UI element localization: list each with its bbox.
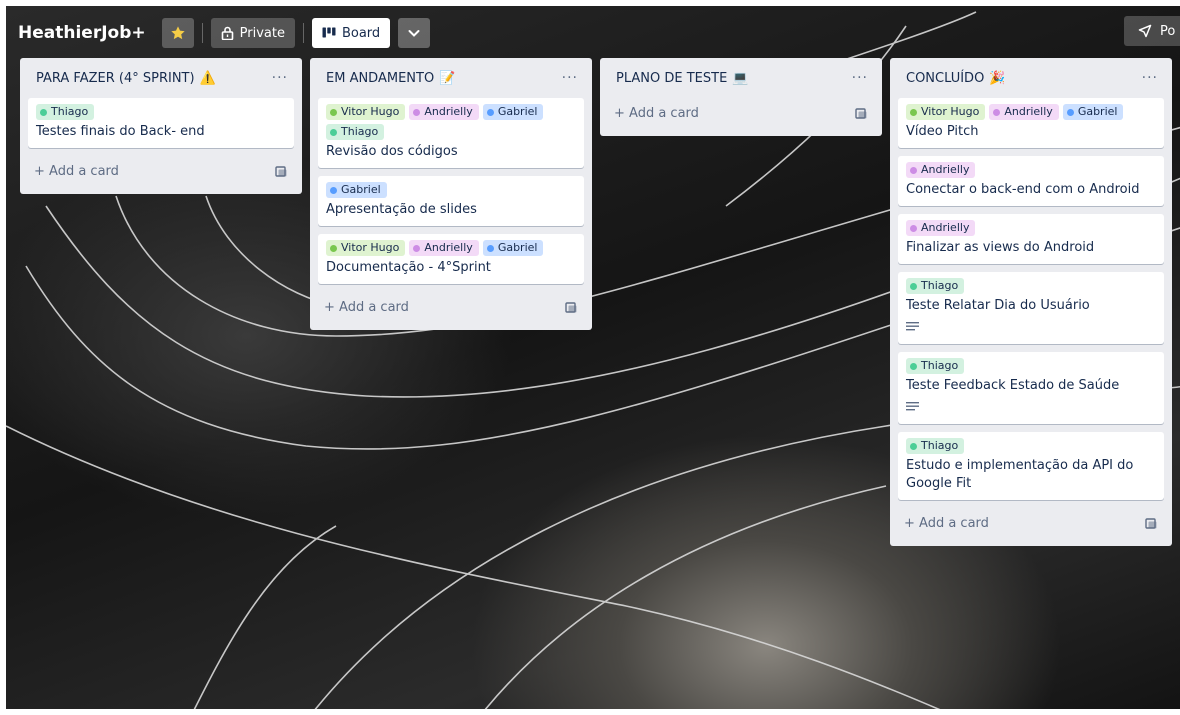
board-title[interactable]: HeathierJob+: [14, 23, 154, 43]
card-label[interactable]: Vitor Hugo: [906, 104, 986, 120]
list-menu-button[interactable]: ···: [272, 70, 288, 86]
board-view-icon: [322, 27, 336, 38]
list-menu-button[interactable]: ···: [1142, 70, 1158, 86]
card-title: Finalizar as views do Android: [906, 240, 1095, 255]
list-title: CONCLUÍDO: [906, 70, 985, 86]
list-concluido: CONCLUÍDO 🎉 ··· Vitor Hugo Andrielly Gab…: [890, 58, 1172, 546]
card-label[interactable]: Andrielly: [906, 220, 976, 236]
card-template-icon[interactable]: [275, 165, 288, 178]
add-card-button[interactable]: + Add a card: [608, 98, 874, 128]
list-title: EM ANDAMENTO: [326, 70, 435, 86]
list-header[interactable]: PLANO DE TESTE 💻 ···: [608, 58, 874, 98]
card-label[interactable]: Thiago: [906, 278, 965, 294]
list-header[interactable]: CONCLUÍDO 🎉 ···: [898, 58, 1164, 98]
party-emoji-icon: 🎉: [989, 70, 1006, 86]
list-plano-de-teste: PLANO DE TESTE 💻 ··· + Add a card: [600, 58, 882, 136]
list-em-andamento: EM ANDAMENTO 📝 ··· Vitor Hugo Andrielly …: [310, 58, 592, 330]
card-template-icon[interactable]: [855, 107, 868, 120]
list-para-fazer: PARA FAZER (4° SPRINT) ⚠️ ··· Thiago Tes…: [20, 58, 302, 194]
card[interactable]: Vitor Hugo Andrielly Gabriel Documentaçã…: [318, 234, 584, 284]
card-label[interactable]: Gabriel: [482, 104, 544, 120]
header-separator: [201, 23, 203, 43]
card-label[interactable]: Gabriel: [1062, 104, 1124, 120]
view-switcher-button[interactable]: Board: [311, 18, 391, 48]
add-card-label: + Add a card: [324, 299, 409, 315]
card[interactable]: Thiago Teste Feedback Estado de Saúde: [898, 352, 1164, 424]
lock-icon: [221, 26, 233, 40]
card[interactable]: Thiago Testes finais do Back- end: [28, 98, 294, 148]
card[interactable]: Vitor Hugo Andrielly Gabriel Vídeo Pitch: [898, 98, 1164, 148]
card-title: Apresentação de slides: [326, 202, 477, 217]
list-title: PLANO DE TESTE: [616, 70, 728, 86]
card-label[interactable]: Thiago: [36, 104, 95, 120]
card-label[interactable]: Andrielly: [989, 104, 1059, 120]
board-header: HeathierJob+ Private Board: [14, 16, 431, 50]
card[interactable]: Thiago Estudo e implementação da API do …: [898, 432, 1164, 500]
add-card-label: + Add a card: [614, 105, 699, 121]
list-menu-button[interactable]: ···: [852, 70, 868, 86]
card-label[interactable]: Thiago: [326, 124, 385, 140]
card-label[interactable]: Gabriel: [482, 240, 544, 256]
card-template-icon[interactable]: [565, 301, 578, 314]
card-title: Teste Feedback Estado de Saúde: [906, 378, 1120, 393]
add-card-label: + Add a card: [904, 515, 989, 531]
card-title: Teste Relatar Dia do Usuário: [906, 298, 1090, 313]
card-title: Estudo e implementação da API do Google …: [906, 458, 1134, 491]
card-title: Testes finais do Back- end: [36, 124, 205, 139]
card-label[interactable]: Vitor Hugo: [326, 240, 406, 256]
card[interactable]: Andrielly Finalizar as views do Android: [898, 214, 1164, 264]
rocket-icon: [1138, 24, 1152, 38]
card[interactable]: Gabriel Apresentação de slides: [318, 176, 584, 226]
chevron-down-icon: [408, 30, 420, 37]
add-card-button[interactable]: + Add a card: [898, 508, 1164, 538]
list-menu-button[interactable]: ···: [562, 70, 578, 86]
star-button[interactable]: [161, 18, 194, 48]
card-title: Documentação - 4°Sprint: [326, 260, 491, 275]
card-template-icon[interactable]: [1145, 517, 1158, 530]
description-icon: [906, 402, 919, 411]
card-label[interactable]: Vitor Hugo: [326, 104, 406, 120]
visibility-button[interactable]: Private: [210, 18, 295, 48]
add-card-button[interactable]: + Add a card: [28, 156, 294, 186]
description-icon: [906, 322, 919, 331]
memo-emoji-icon: 📝: [439, 70, 456, 86]
card-label[interactable]: Gabriel: [326, 182, 387, 198]
laptop-emoji-icon: 💻: [732, 70, 749, 86]
card-label[interactable]: Thiago: [906, 358, 965, 374]
list-title: PARA FAZER (4° SPRINT): [36, 70, 195, 86]
card-label[interactable]: Andrielly: [409, 240, 479, 256]
add-card-button[interactable]: + Add a card: [318, 292, 584, 322]
view-dropdown-button[interactable]: [398, 18, 431, 48]
card[interactable]: Vitor Hugo Andrielly Gabriel Thiago Revi…: [318, 98, 584, 168]
list-header[interactable]: EM ANDAMENTO 📝 ···: [318, 58, 584, 98]
card-label[interactable]: Thiago: [906, 438, 965, 454]
card-title: Conectar o back-end com o Android: [906, 182, 1140, 197]
visibility-label: Private: [239, 25, 285, 41]
card-label[interactable]: Andrielly: [906, 162, 976, 178]
card-title: Vídeo Pitch: [906, 124, 979, 139]
card[interactable]: Thiago Teste Relatar Dia do Usuário: [898, 272, 1164, 344]
power-ups-button[interactable]: Po: [1124, 16, 1180, 46]
card-title: Revisão dos códigos: [326, 144, 458, 159]
card-label[interactable]: Andrielly: [409, 104, 479, 120]
header-separator: [302, 23, 304, 43]
add-card-label: + Add a card: [34, 163, 119, 179]
warning-emoji-icon: ⚠️: [199, 70, 216, 86]
view-label: Board: [341, 25, 381, 41]
list-header[interactable]: PARA FAZER (4° SPRINT) ⚠️ ···: [28, 58, 294, 98]
power-ups-label: Po: [1160, 23, 1176, 39]
card[interactable]: Andrielly Conectar o back-end com o Andr…: [898, 156, 1164, 206]
star-icon: [170, 26, 185, 40]
